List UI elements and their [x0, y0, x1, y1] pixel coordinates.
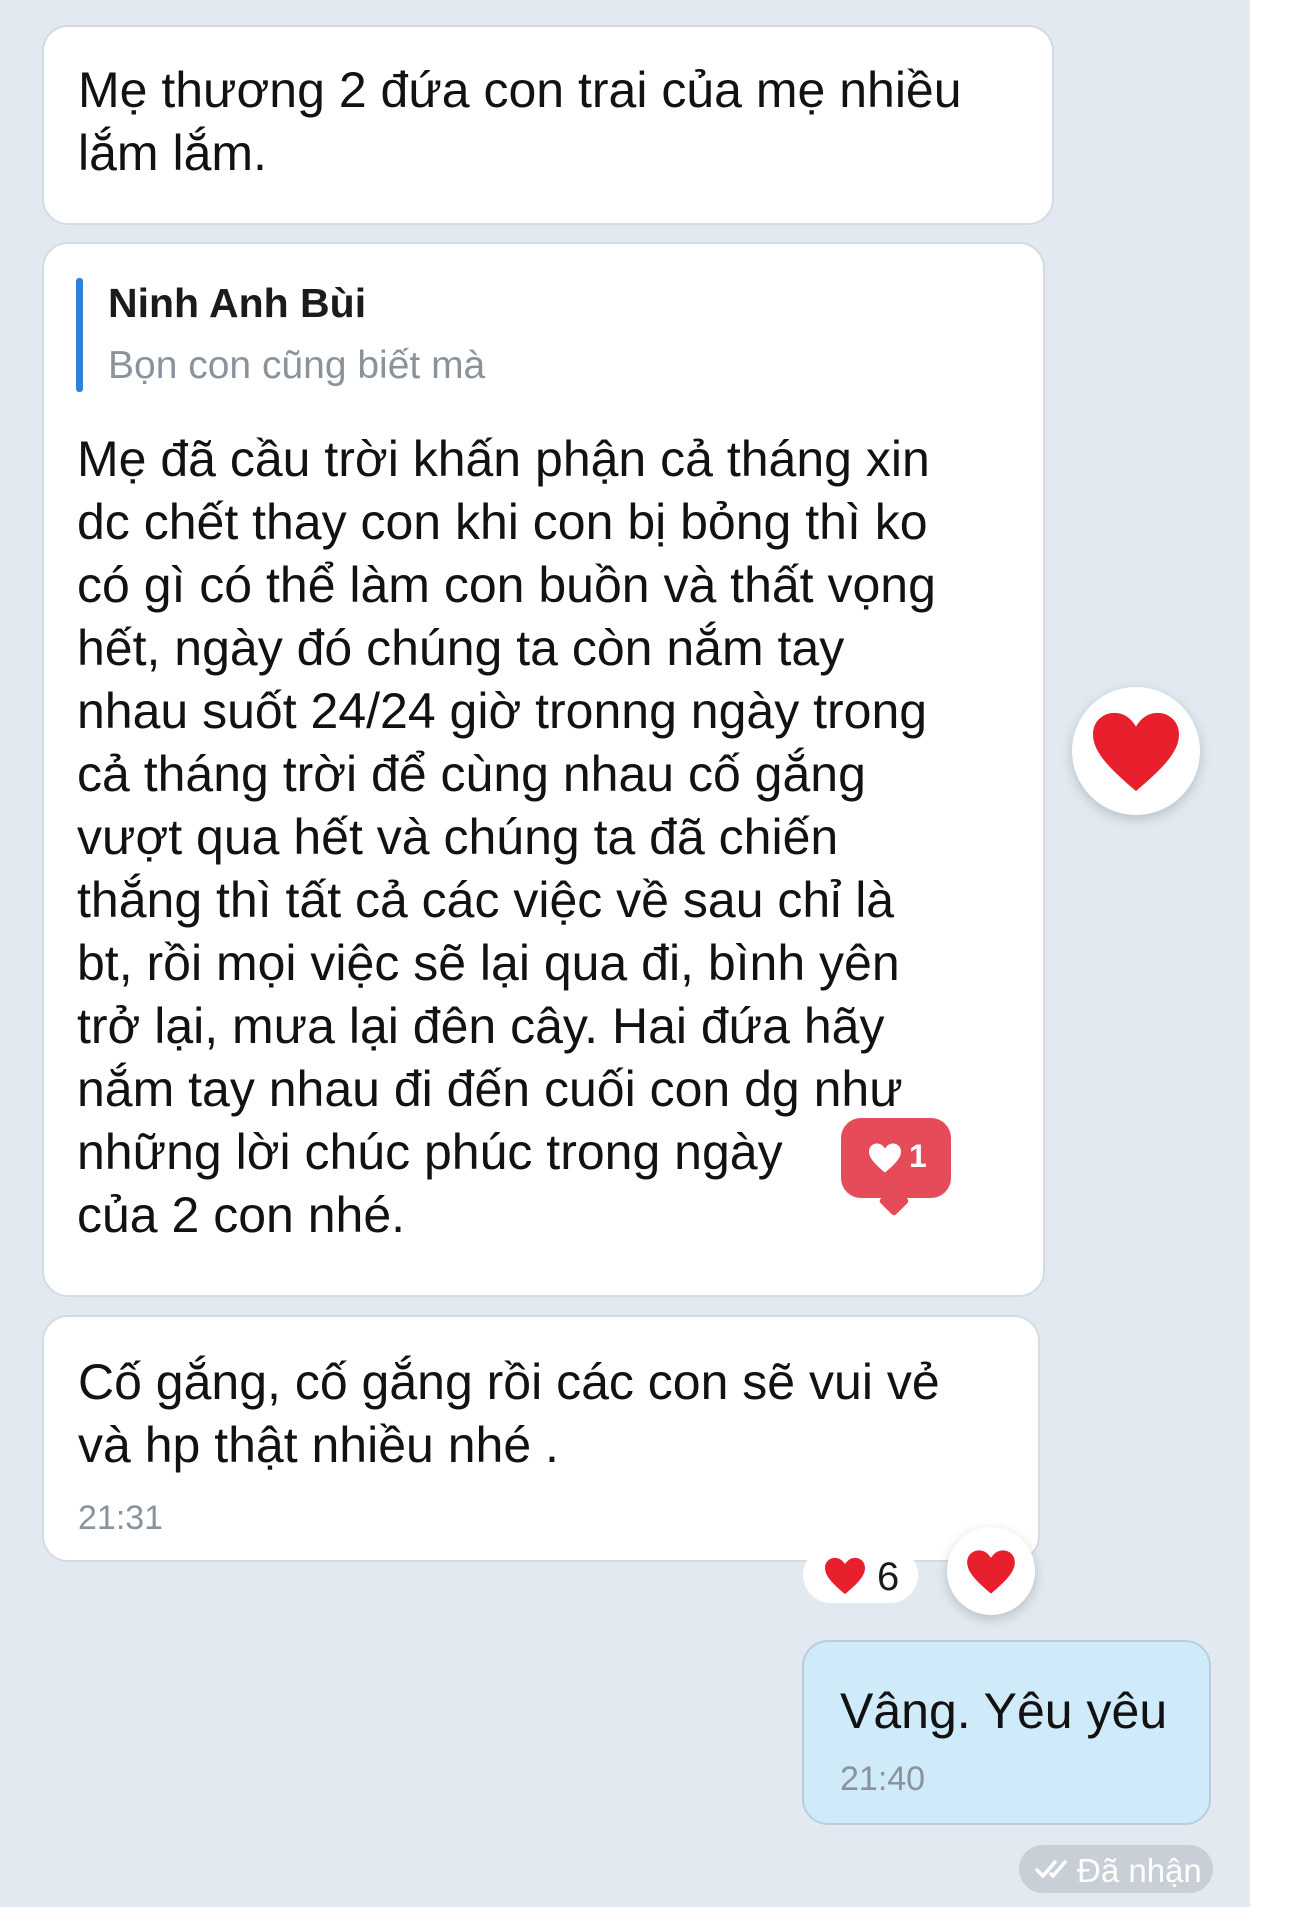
- delivery-status-text: Đã nhận: [1077, 1852, 1202, 1889]
- sent-message-bubble[interactable]: Vâng. Yêu yêu 21:40: [802, 1640, 1211, 1825]
- heart-icon: [967, 1550, 1015, 1594]
- heart-icon: [1093, 712, 1179, 792]
- reaction-summary[interactable]: 6: [803, 1547, 918, 1603]
- reply-quote-bar: [76, 278, 83, 392]
- heart-icon: [825, 1557, 865, 1595]
- message-text: Mẹ thương 2 đứa con trai của mẹ nhiều lắ…: [78, 62, 962, 181]
- chat-edge: [1250, 0, 1290, 1907]
- message-bubble-1[interactable]: Mẹ thương 2 đứa con trai của mẹ nhiều lắ…: [42, 25, 1054, 225]
- reaction-count: 1: [909, 1138, 927, 1174]
- message-text: Cố gắng, cố gắng rồi các con sẽ vui vẻ v…: [78, 1354, 940, 1473]
- heart-icon: [869, 1143, 901, 1173]
- message-bubble-3[interactable]: Cố gắng, cố gắng rồi các con sẽ vui vẻ v…: [42, 1315, 1040, 1562]
- reply-quote-text[interactable]: Bọn con cũng biết mà: [108, 344, 485, 388]
- react-heart-button[interactable]: [1072, 687, 1200, 815]
- message-time: 21:31: [78, 1499, 164, 1537]
- delivery-status: Đã nhận: [1019, 1845, 1213, 1893]
- reaction-badge[interactable]: 1: [841, 1118, 951, 1217]
- double-check-icon: [1035, 1860, 1067, 1878]
- reply-quote-author[interactable]: Ninh Anh Bùi: [108, 280, 366, 327]
- sent-message-time: 21:40: [840, 1760, 926, 1798]
- sent-message-text: Vâng. Yêu yêu: [840, 1683, 1168, 1739]
- reaction-count: 6: [877, 1555, 900, 1599]
- react-heart-button[interactable]: [947, 1527, 1035, 1615]
